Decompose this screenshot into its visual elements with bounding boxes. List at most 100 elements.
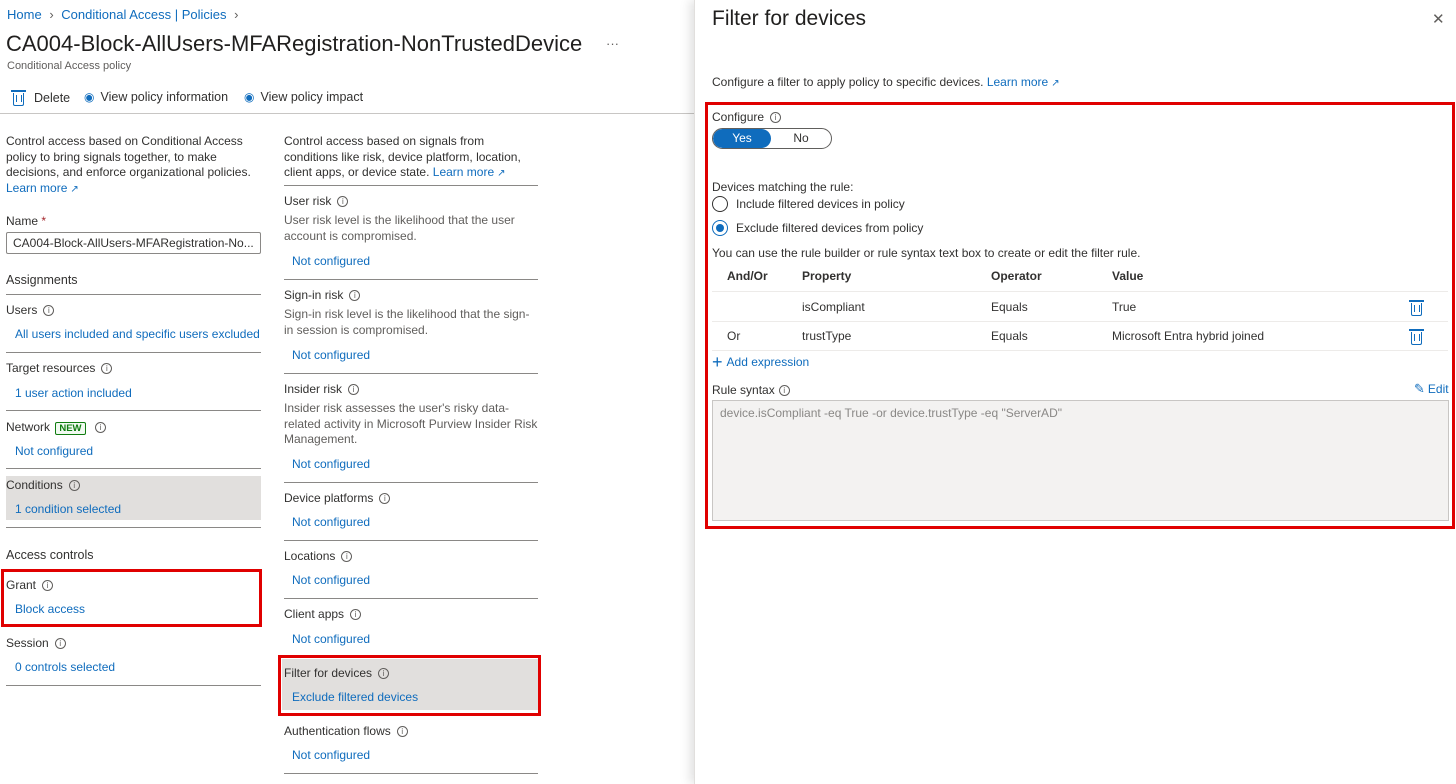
divider xyxy=(6,468,261,469)
info-icon[interactable]: i xyxy=(54,638,66,649)
info-icon[interactable]: i xyxy=(101,363,113,374)
insider-risk-label-text: Insider risk xyxy=(284,382,343,396)
radio-checked-icon[interactable] xyxy=(712,220,728,236)
target-resources-value-link[interactable]: 1 user action included xyxy=(15,386,132,400)
radio-unchecked-icon[interactable] xyxy=(712,196,728,212)
left-learn-more-link[interactable]: Learn more xyxy=(6,181,67,195)
toggle-yes-button[interactable]: Yes xyxy=(713,129,771,148)
row-operator[interactable]: Equals xyxy=(991,300,1028,314)
network-value-link[interactable]: Not configured xyxy=(15,444,93,458)
include-option[interactable]: Include filtered devices in policy xyxy=(712,196,905,212)
breadcrumb-separator-icon: › xyxy=(49,7,54,22)
more-options-button[interactable]: ··· xyxy=(606,36,619,51)
auth-flows-label-text: Authentication flows xyxy=(284,724,391,738)
info-icon[interactable]: i xyxy=(378,668,390,679)
user-risk-value-link[interactable]: Not configured xyxy=(292,254,370,268)
view-policy-impact-button[interactable]: ◉ View policy impact xyxy=(244,90,363,104)
row-value[interactable]: Microsoft Entra hybrid joined xyxy=(1112,329,1264,343)
info-icon[interactable]: i xyxy=(350,609,362,620)
info-icon[interactable]: i xyxy=(770,112,782,123)
auth-flows-label: Authentication flows i xyxy=(284,724,408,738)
divider xyxy=(284,279,538,280)
delete-row-trash-icon[interactable] xyxy=(1409,329,1424,345)
info-icon[interactable]: i xyxy=(42,580,54,591)
exclude-option-label: Exclude filtered devices from policy xyxy=(736,221,924,235)
middle-learn-more-link[interactable]: Learn more xyxy=(433,165,494,179)
left-intro: Control access based on Conditional Acce… xyxy=(6,134,256,197)
add-expression-button[interactable]: + Add expression xyxy=(712,353,809,371)
grant-value-link[interactable]: Block access xyxy=(15,602,85,616)
page-title: CA004-Block-AllUsers-MFARegistration-Non… xyxy=(6,31,583,56)
client-apps-value-link[interactable]: Not configured xyxy=(292,632,370,646)
toolbar-divider xyxy=(0,113,694,114)
row-operator[interactable]: Equals xyxy=(991,329,1028,343)
external-link-icon: ↗ xyxy=(70,183,79,195)
eye-icon: ◉ xyxy=(244,90,255,104)
conditions-label[interactable]: Conditions i xyxy=(6,478,80,492)
toggle-no-button[interactable]: No xyxy=(771,129,831,148)
info-icon[interactable]: i xyxy=(341,551,353,562)
rule-syntax-label: Rule syntax i xyxy=(712,383,790,397)
session-label: Session i xyxy=(6,636,66,650)
policy-name-input[interactable]: CA004-Block-AllUsers-MFARegistration-No.… xyxy=(6,232,261,254)
filter-devices-label[interactable]: Filter for devices i xyxy=(284,666,390,680)
info-icon[interactable]: i xyxy=(349,290,361,301)
device-platforms-value-link[interactable]: Not configured xyxy=(292,515,370,529)
insider-risk-value-link[interactable]: Not configured xyxy=(292,457,370,471)
locations-label: Locations i xyxy=(284,549,353,563)
access-controls-heading: Access controls xyxy=(6,548,94,562)
assignments-heading: Assignments xyxy=(6,273,78,287)
grant-label-text: Grant xyxy=(6,578,37,592)
users-value-link[interactable]: All users included and specific users ex… xyxy=(15,327,260,341)
auth-flows-value-link[interactable]: Not configured xyxy=(292,748,370,762)
panel-learn-more-link[interactable]: Learn more xyxy=(987,75,1048,89)
breadcrumb: Home › Conditional Access | Policies › xyxy=(7,7,243,22)
view-policy-information-button[interactable]: ◉ View policy information xyxy=(84,90,228,104)
edit-button[interactable]: ✎ Edit xyxy=(1414,380,1452,398)
configure-label: Configure i xyxy=(712,110,782,124)
signin-risk-description: Sign-in risk level is the likelihood tha… xyxy=(284,307,530,337)
external-link-icon: ↗ xyxy=(497,168,506,179)
row-property[interactable]: trustType xyxy=(802,329,851,343)
delete-button[interactable]: Delete xyxy=(11,90,71,106)
info-icon[interactable]: i xyxy=(94,422,106,433)
name-label-text: Name xyxy=(6,214,39,228)
divider xyxy=(284,773,538,774)
info-icon[interactable]: i xyxy=(348,384,360,395)
info-icon[interactable]: i xyxy=(68,480,80,491)
divider xyxy=(284,598,538,599)
exclude-option[interactable]: Exclude filtered devices from policy xyxy=(712,220,923,236)
signin-risk-value-link[interactable]: Not configured xyxy=(292,348,370,362)
session-value-link[interactable]: 0 controls selected xyxy=(15,660,115,674)
locations-value-link[interactable]: Not configured xyxy=(292,573,370,587)
divider xyxy=(284,482,538,483)
close-icon[interactable]: ✕ xyxy=(1432,10,1445,28)
new-badge: NEW xyxy=(55,422,86,435)
table-header-andor: And/Or xyxy=(727,269,768,283)
divider xyxy=(284,185,538,186)
delete-row-trash-icon[interactable] xyxy=(1409,300,1424,316)
rule-syntax-textarea[interactable]: device.isCompliant -eq True -or device.t… xyxy=(712,400,1449,521)
panel-description-text: Configure a filter to apply policy to sp… xyxy=(712,75,984,89)
row-value[interactable]: True xyxy=(1112,300,1136,314)
conditions-value-link[interactable]: 1 condition selected xyxy=(15,502,121,516)
breadcrumb-policies[interactable]: Conditional Access | Policies xyxy=(61,7,226,22)
device-platforms-label: Device platforms i xyxy=(284,491,391,505)
delete-label: Delete xyxy=(34,91,71,105)
user-risk-label-text: User risk xyxy=(284,194,332,208)
matching-label: Devices matching the rule: xyxy=(712,180,854,194)
breadcrumb-home[interactable]: Home xyxy=(7,7,42,22)
client-apps-label-text: Client apps xyxy=(284,607,345,621)
info-icon[interactable]: i xyxy=(379,493,391,504)
row-property[interactable]: isCompliant xyxy=(802,300,865,314)
info-icon[interactable]: i xyxy=(43,305,55,316)
info-icon[interactable]: i xyxy=(778,385,790,396)
configure-toggle: Yes No xyxy=(712,128,832,149)
divider xyxy=(6,527,261,528)
filter-devices-value-link[interactable]: Exclude filtered devices xyxy=(292,690,418,704)
info-icon[interactable]: i xyxy=(337,196,349,207)
info-icon[interactable]: i xyxy=(396,726,408,737)
signin-risk-label: Sign-in risk i xyxy=(284,288,361,302)
row-andor[interactable]: Or xyxy=(727,329,740,343)
external-link-icon: ↗ xyxy=(1051,78,1060,89)
